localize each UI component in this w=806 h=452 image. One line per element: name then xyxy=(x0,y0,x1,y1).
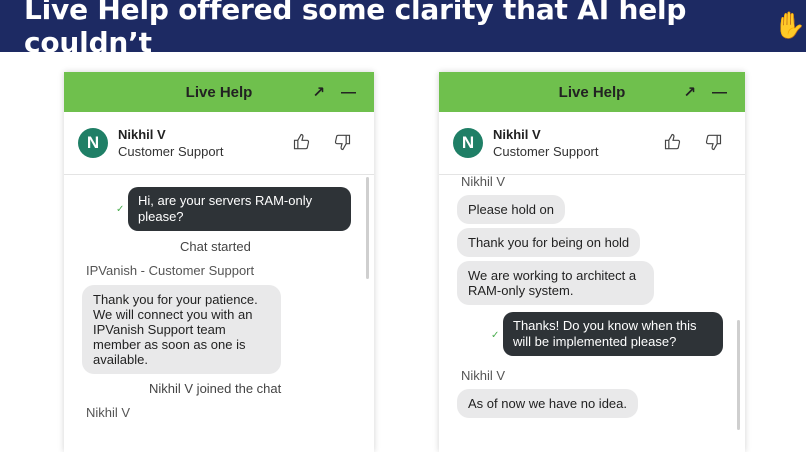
title-banner: Live Help offered some clarity that AI h… xyxy=(0,0,806,59)
thumbs-up-icon[interactable] xyxy=(292,132,312,152)
agent-message: Thank you for being on hold xyxy=(457,228,641,257)
minimize-icon[interactable]: — xyxy=(712,84,727,101)
live-help-title: Live Help xyxy=(185,83,253,101)
expand-arrow-icon[interactable]: ↗ xyxy=(683,83,696,101)
checkmark-icon: ✓ xyxy=(491,330,500,341)
thumbs-down-icon[interactable] xyxy=(703,132,723,152)
agent-name: Nikhil V xyxy=(493,127,541,142)
chat-transcript[interactable]: Nikhil V Please hold on Thank you for be… xyxy=(439,174,745,452)
chat-scrollbar[interactable] xyxy=(366,177,369,279)
agent-message: Thank you for your patience. We will con… xyxy=(82,285,281,374)
minimize-icon[interactable]: — xyxy=(341,84,356,101)
live-help-window-right: Live Help ↗ — N Nikhil V Customer Suppor… xyxy=(439,72,745,452)
sender-name: Nikhil V xyxy=(86,405,131,420)
chat-transcript[interactable]: ✓ Hi, are your servers RAM-only please? … xyxy=(64,174,374,452)
user-message: Thanks! Do you know when this will be im… xyxy=(503,312,723,356)
raised-hand-icon: ✋ xyxy=(773,11,806,41)
chat-started-notice: Chat started xyxy=(180,239,251,254)
avatar: N xyxy=(78,128,108,158)
avatar: N xyxy=(453,128,483,158)
chat-scrollbar[interactable] xyxy=(737,320,740,430)
thumbs-down-icon[interactable] xyxy=(332,132,352,152)
sender-name: IPVanish - Customer Support xyxy=(86,263,255,278)
sender-name: Nikhil V xyxy=(461,368,506,383)
agent-role: Customer Support xyxy=(493,144,599,159)
agent-bar: N Nikhil V Customer Support xyxy=(64,112,374,175)
banner-title: Live Help offered some clarity that AI h… xyxy=(24,0,687,59)
thumbs-up-icon[interactable] xyxy=(663,132,683,152)
agent-role: Customer Support xyxy=(118,144,224,159)
agent-message: As of now we have no idea. xyxy=(457,389,638,418)
agent-message: We are working to architect a RAM-only s… xyxy=(457,261,654,305)
joined-notice: Nikhil V joined the chat xyxy=(149,381,282,396)
live-help-header: Live Help ↗ — xyxy=(439,72,745,112)
agent-bar: N Nikhil V Customer Support xyxy=(439,112,745,175)
agent-message: Please hold on xyxy=(457,195,566,224)
sender-name: Nikhil V xyxy=(461,174,506,189)
live-help-header: Live Help ↗ — xyxy=(64,72,374,112)
checkmark-icon: ✓ xyxy=(116,204,125,215)
agent-name: Nikhil V xyxy=(118,127,166,142)
expand-arrow-icon[interactable]: ↗ xyxy=(312,83,325,101)
live-help-title: Live Help xyxy=(558,83,626,101)
user-message: Hi, are your servers RAM-only please? xyxy=(128,187,351,231)
live-help-window-left: Live Help ↗ — N Nikhil V Customer Suppor… xyxy=(64,72,374,452)
